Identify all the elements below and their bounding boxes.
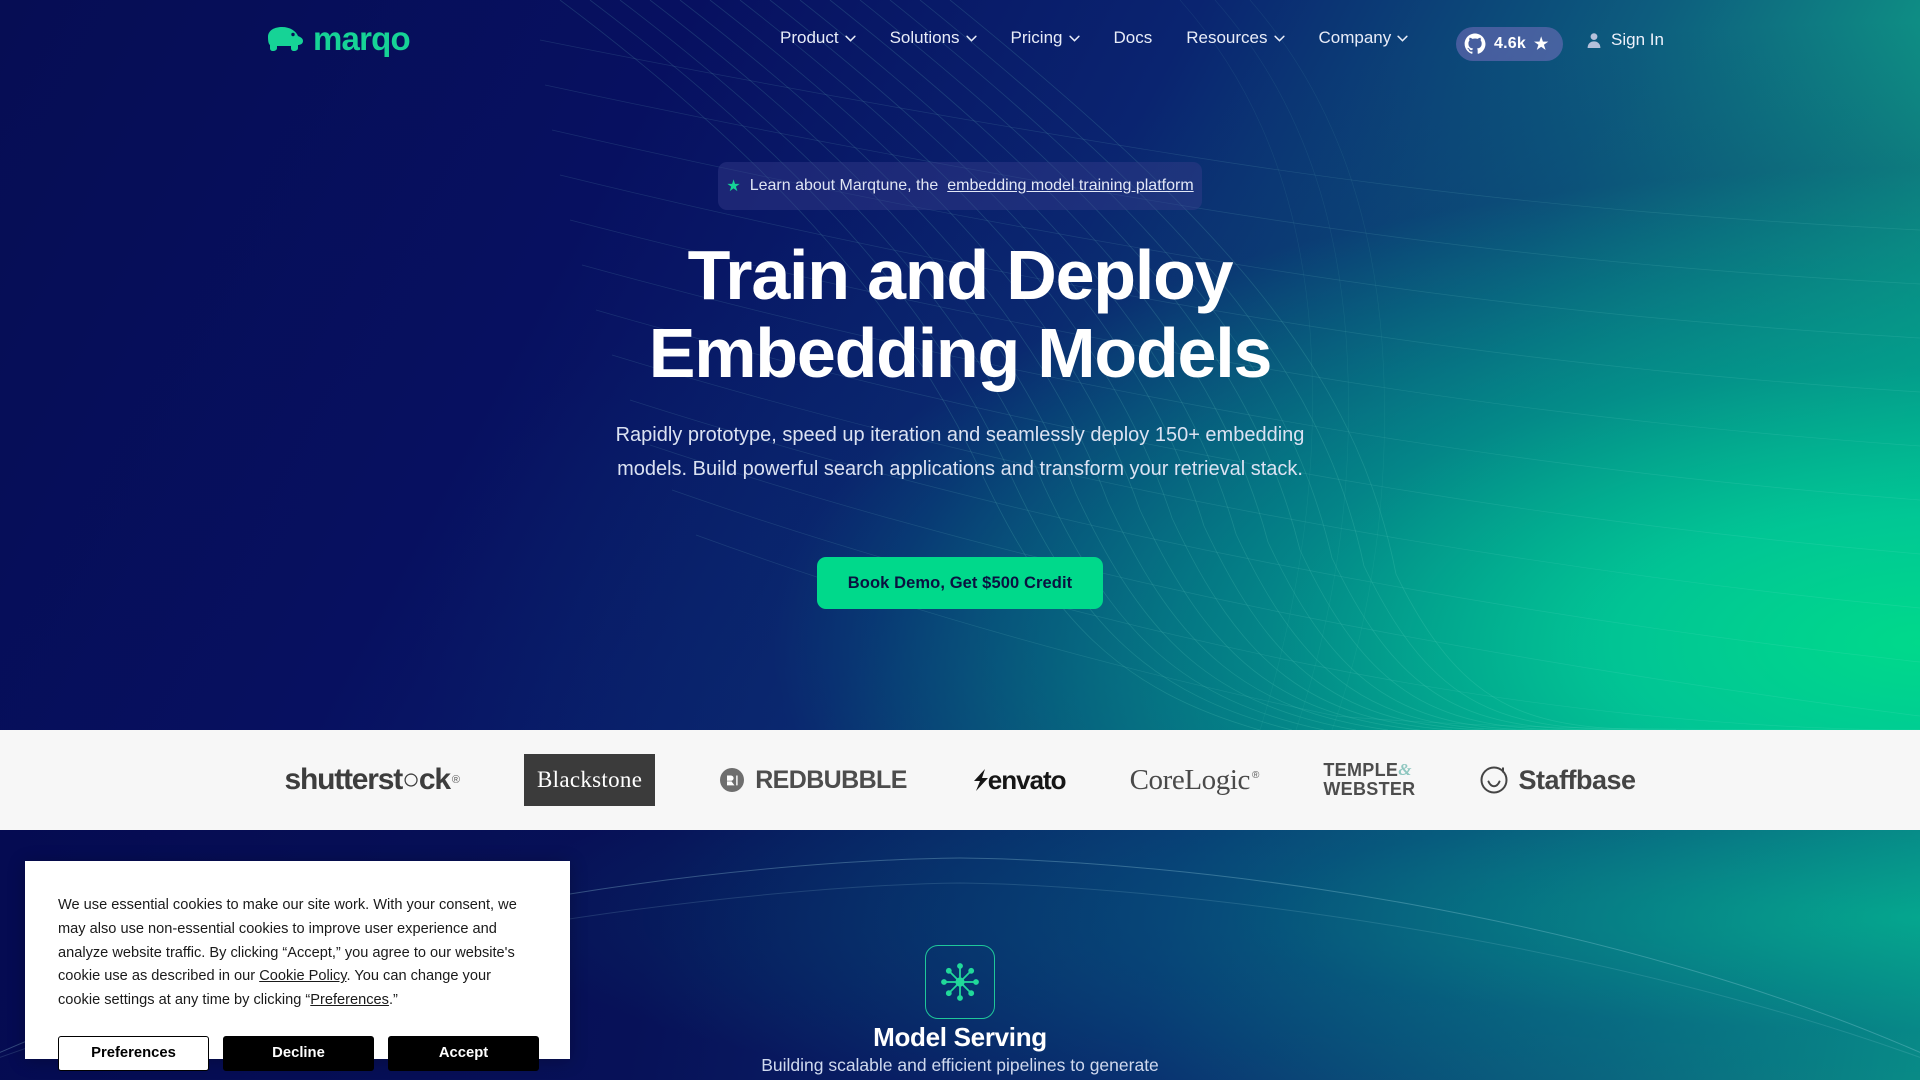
hero-section: marqo Product Solutions Pricing Docs Res… [0,0,1920,730]
logo-envato: envato [971,764,1067,796]
sign-in-button[interactable]: Sign In [1586,30,1664,50]
announcement-link[interactable]: embedding model training platform [947,177,1193,195]
announcement-banner[interactable]: ★ Learn about Marqtune, the embedding mo… [718,162,1202,210]
accept-button[interactable]: Accept [388,1035,539,1071]
ampersand-icon: & [1398,759,1412,779]
top-navigation-bar: marqo Product Solutions Pricing Docs Res… [0,0,1920,86]
feature-description: Building scalable and efficient pipeline… [761,1055,1159,1075]
logo-shutterstock: shutterst○ck ® [284,763,460,797]
nav-item-pricing-label: Pricing [1010,28,1063,47]
logo-temple-webster: TEMPLE & WEBSTER [1323,759,1416,799]
nav-item-resources-label: Resources [1186,28,1268,47]
page-root: marqo Product Solutions Pricing Docs Res… [0,0,1920,1080]
staffbase-smiley-icon [1480,766,1508,794]
cookie-policy-link[interactable]: Cookie Policy [259,968,346,984]
registered-mark: ® [451,774,461,786]
logo-redbubble: REDBUBBLE [719,766,907,795]
cookie-consent-banner: We use essential cookies to make our sit… [25,861,570,1071]
star-icon: ★ [726,178,741,195]
logo-wordmark: marqo [313,20,411,57]
logo-shutterstock-label: shutterst○ck [284,763,451,796]
model-serving-node-icon [925,945,995,1019]
decline-button[interactable]: Decline [223,1035,374,1071]
registered-mark: ® [1252,769,1260,781]
nav-links: Product Solutions Pricing Docs Resources [780,28,1408,48]
hero-headline: Train and Deploy Embedding Models [0,236,1920,393]
logo-blackstone: Blackstone [524,754,656,806]
cookie-button-group: Preferences Decline Accept [58,1035,539,1071]
nav-item-pricing[interactable]: Pricing [1011,28,1080,48]
user-icon [1587,32,1601,48]
marqo-logo[interactable]: marqo [262,20,411,57]
preferences-link[interactable]: Preferences [310,992,389,1008]
hippo-logo-icon [268,26,303,51]
logo-staffbase-label: Staffbase [1518,764,1636,795]
logo-corelogic-label: CoreLogic [1129,763,1251,796]
hero-headline-line1: Train and Deploy [687,236,1234,314]
redbubble-mark-icon [720,768,745,792]
github-icon [1464,33,1486,54]
customer-logo-strip: shutterst○ck ® Blackstone REDBUBBLE enva… [0,730,1920,830]
star-icon: ★ [1533,36,1549,53]
nav-item-company-label: Company [1318,28,1392,47]
logo-staffbase: Staffbase [1479,764,1636,796]
chevron-down-icon [1397,35,1408,42]
chevron-down-icon [1273,35,1285,42]
logo-webster-label: WEBSTER [1323,779,1416,799]
book-demo-button[interactable]: Book Demo, Get $500 Credit [817,557,1103,609]
nav-item-company[interactable]: Company [1319,28,1409,48]
announcement-text: Learn about Marqtune, the [749,177,939,194]
github-star-count: 4.6k [1494,35,1526,52]
logo-redbubble-label: REDBUBBLE [755,765,907,794]
preferences-button[interactable]: Preferences [58,1035,209,1071]
logo-blackstone-label: Blackstone [537,767,643,792]
hero-subheadline: Rapidly prototype, speed up iteration an… [615,424,1305,481]
github-stars-badge[interactable]: 4.6k ★ [1456,27,1563,61]
hero-headline-line2: Embedding Models [648,314,1273,393]
nav-item-solutions-label: Solutions [889,28,960,47]
nav-item-docs-label: Docs [1113,28,1153,47]
chevron-down-icon [1068,35,1080,42]
nav-item-resources[interactable]: Resources [1186,28,1285,48]
cookie-banner-text: We use essential cookies to make our sit… [58,894,537,1013]
logo-temple-label: TEMPLE [1323,759,1399,780]
chevron-down-icon [965,35,977,42]
nav-item-solutions[interactable]: Solutions [890,28,977,48]
nav-item-product[interactable]: Product [780,28,856,48]
cookie-text-part3: .” [388,992,398,1009]
sign-in-label: Sign In [1611,30,1664,49]
logo-envato-label: envato [987,764,1067,795]
nav-item-product-label: Product [780,28,839,47]
chevron-down-icon [844,35,856,42]
nav-item-docs[interactable]: Docs [1114,28,1153,48]
logo-corelogic: CoreLogic ® [1130,764,1260,797]
